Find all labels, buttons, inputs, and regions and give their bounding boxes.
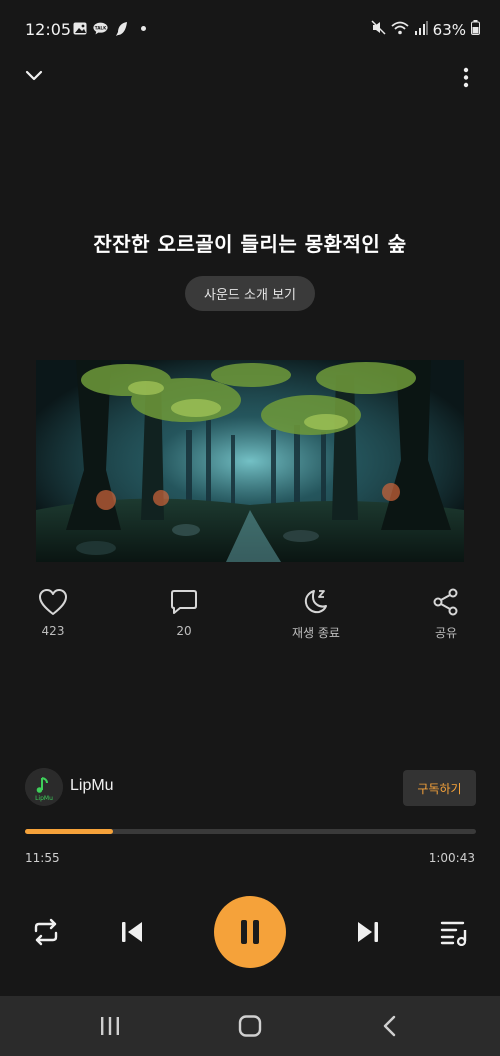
status-bar: 12:05 TALK 63%	[0, 0, 500, 60]
playlist-button[interactable]	[436, 916, 472, 948]
comment-count: 20	[176, 624, 192, 638]
heart-icon	[13, 586, 93, 618]
action-row: 423 20 재생 종료 공유	[0, 586, 500, 646]
status-time: 12:05	[25, 20, 72, 39]
share-icon	[406, 586, 486, 618]
previous-button[interactable]	[114, 916, 150, 948]
pause-icon	[241, 920, 259, 944]
home-icon	[238, 1015, 262, 1037]
total-time: 1:00:43	[428, 851, 475, 865]
sleep-timer-button[interactable]: 재생 종료	[276, 586, 356, 641]
playlist-icon	[440, 921, 467, 946]
back-button[interactable]	[375, 1012, 405, 1040]
play-pause-button[interactable]	[214, 896, 286, 968]
track-title: 잔잔한 오르골이 들리는 몽환적인 숲	[93, 232, 407, 256]
back-icon	[383, 1015, 396, 1037]
feather-icon	[114, 21, 129, 36]
sound-info-button[interactable]: 사운드 소개 보기	[185, 276, 315, 311]
skip-next-icon	[358, 922, 378, 942]
notification-dot-icon	[141, 26, 146, 31]
chevron-down-icon	[25, 70, 43, 81]
battery-text: 63%	[432, 20, 466, 39]
like-count: 423	[41, 624, 65, 638]
system-nav-bar	[0, 996, 500, 1056]
recent-apps-icon	[101, 1017, 119, 1035]
next-button[interactable]	[350, 916, 386, 948]
album-artwork	[36, 360, 464, 562]
channel-name[interactable]: LipMu	[70, 777, 114, 795]
skip-previous-icon	[122, 922, 142, 942]
share-button[interactable]: 공유	[406, 586, 486, 641]
subscribe-button[interactable]: 구독하기	[403, 770, 476, 806]
progress-fill	[25, 829, 114, 834]
comment-button[interactable]: 20	[144, 586, 224, 638]
wifi-icon	[391, 21, 409, 39]
battery-icon	[471, 20, 480, 39]
like-button[interactable]: 423	[13, 586, 93, 638]
home-button[interactable]	[235, 1012, 265, 1040]
comment-icon	[144, 586, 224, 618]
recent-apps-button[interactable]	[95, 1012, 125, 1040]
current-time: 11:55	[25, 851, 60, 865]
signal-icon	[414, 20, 428, 39]
talk-icon: TALK	[93, 21, 108, 36]
image-icon	[72, 21, 87, 36]
share-label: 공유	[434, 626, 458, 640]
sleep-timer-label: 재생 종료	[292, 626, 340, 640]
more-vertical-icon	[463, 67, 469, 88]
svg-text:TALK: TALK	[95, 26, 107, 31]
collapse-button[interactable]	[22, 64, 46, 88]
moon-zz-icon	[276, 586, 356, 618]
channel-avatar[interactable]: LipMu	[25, 768, 63, 806]
more-options-button[interactable]	[454, 64, 478, 92]
repeat-button[interactable]	[28, 916, 64, 948]
avatar-logo-text: LipMu	[35, 795, 53, 802]
repeat-icon	[34, 918, 58, 946]
mute-icon	[371, 20, 386, 39]
progress-bar[interactable]	[25, 829, 476, 834]
